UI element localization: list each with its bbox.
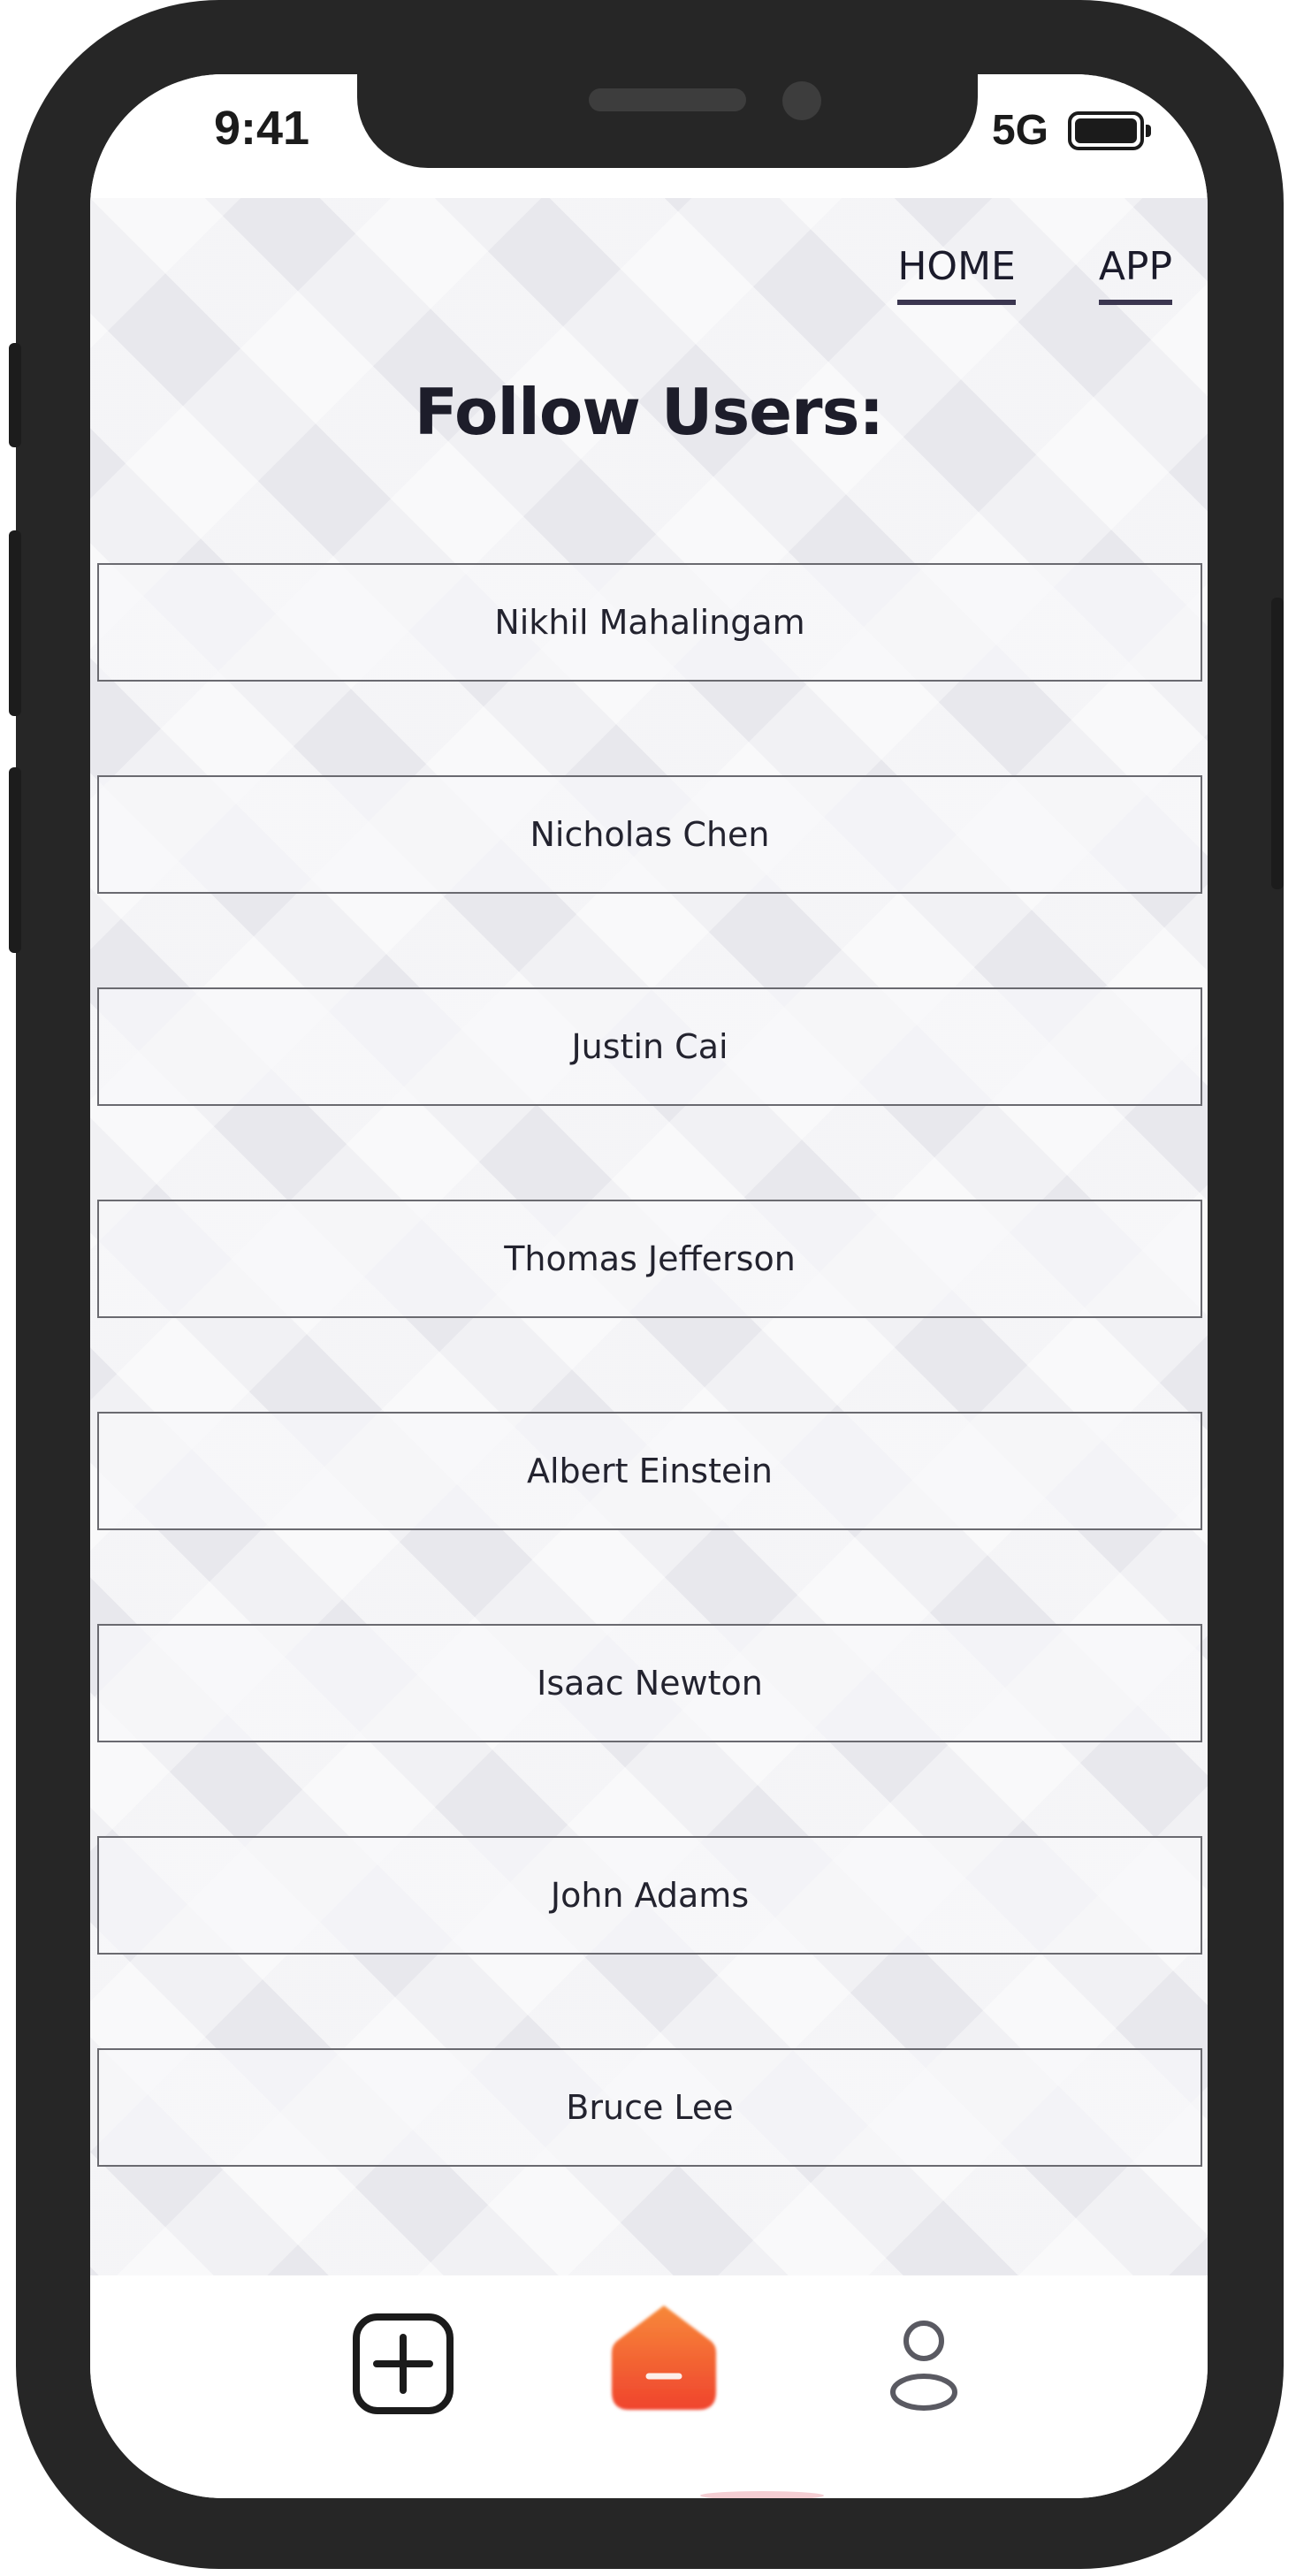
bottom-tab-bar — [90, 2275, 1208, 2498]
main-content: HOME APP Follow Users: Nikhil Mahalingam… — [90, 198, 1208, 2275]
page-title: Follow Users: — [414, 375, 884, 449]
profile-tab-button[interactable] — [884, 2316, 964, 2413]
network-indicator: 5G — [991, 107, 1048, 154]
volume-up-button — [9, 530, 21, 716]
user-item-albert-einstein[interactable]: Albert Einstein — [97, 1412, 1202, 1530]
user-item-thomas-jefferson[interactable]: Thomas Jefferson — [97, 1200, 1202, 1318]
status-time: 9:41 — [214, 102, 310, 155]
user-item-nikhil-mahalingam[interactable]: Nikhil Mahalingam — [97, 563, 1202, 682]
battery-cap — [1146, 124, 1151, 137]
add-tab-button[interactable] — [352, 2313, 454, 2415]
user-list: Nikhil Mahalingam Nicholas Chen Justin C… — [97, 563, 1202, 2260]
nav-app-link[interactable]: APP — [1098, 244, 1172, 305]
home-minus-icon — [612, 2305, 716, 2410]
front-camera — [782, 81, 821, 120]
battery-full-icon — [1068, 111, 1151, 150]
home-tab-button[interactable] — [606, 2300, 721, 2415]
nav-home-link[interactable]: HOME — [897, 244, 1016, 305]
silent-switch — [9, 343, 21, 447]
status-indicators: 5G — [991, 106, 1151, 155]
top-nav: HOME APP — [897, 244, 1172, 305]
volume-down-button — [9, 767, 21, 953]
user-item-bruce-lee[interactable]: Bruce Lee — [97, 2048, 1202, 2167]
notch — [357, 74, 978, 168]
user-item-justin-cai[interactable]: Justin Cai — [97, 987, 1202, 1106]
user-icon — [890, 2321, 957, 2411]
speaker-grille — [589, 88, 746, 111]
home-indicator — [700, 2491, 824, 2498]
add-square-icon — [353, 2313, 454, 2414]
user-item-nicholas-chen[interactable]: Nicholas Chen — [97, 775, 1202, 894]
phone-frame: 9:41 5G HOME APP Follow Users: Nikhil Ma… — [9, 0, 1284, 2569]
power-button — [1271, 598, 1284, 889]
phone-screen: 9:41 5G HOME APP Follow Users: Nikhil Ma… — [90, 74, 1208, 2498]
battery-level — [1075, 118, 1137, 143]
user-item-isaac-newton[interactable]: Isaac Newton — [97, 1624, 1202, 1742]
user-item-john-adams[interactable]: John Adams — [97, 1836, 1202, 1955]
